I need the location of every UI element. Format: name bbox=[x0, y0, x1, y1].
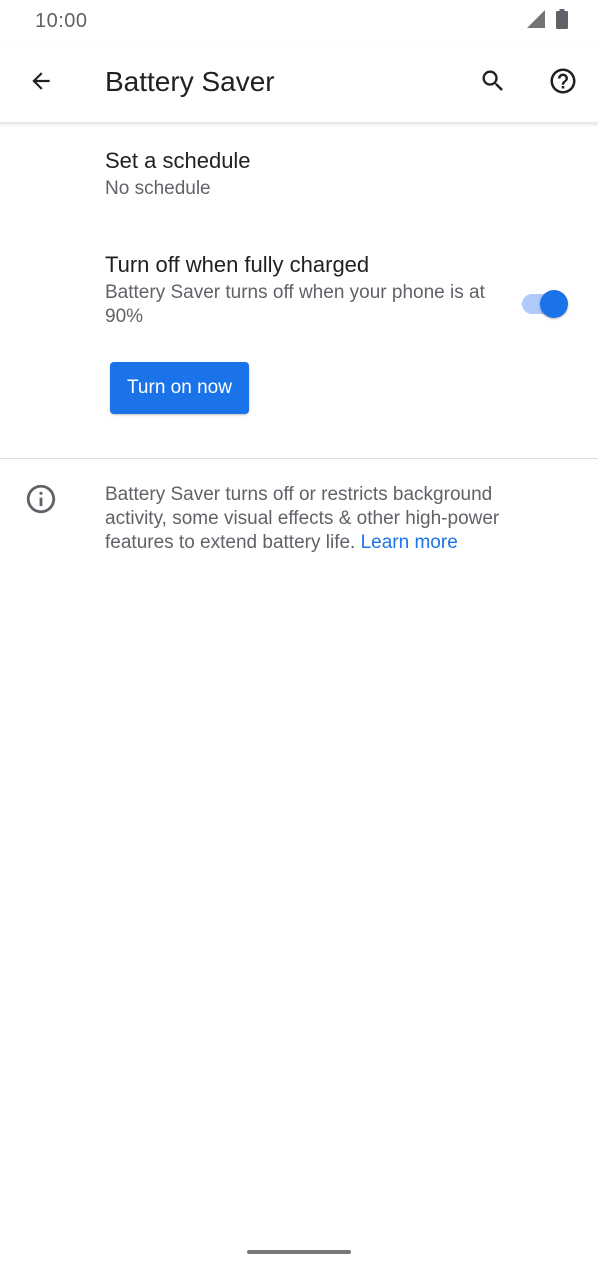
turn-off-when-charged-item[interactable]: Turn off when fully charged Battery Save… bbox=[0, 227, 598, 351]
app-bar: Battery Saver bbox=[0, 44, 598, 123]
info-icon bbox=[24, 482, 58, 516]
turn-off-when-charged-switch[interactable] bbox=[520, 289, 570, 319]
turn-off-when-charged-title: Turn off when fully charged bbox=[105, 252, 370, 277]
turn-off-when-charged-summary: Battery Saver turns off when your phone … bbox=[105, 282, 485, 327]
help-icon bbox=[548, 66, 578, 101]
status-icons bbox=[526, 8, 568, 34]
back-arrow-icon bbox=[28, 68, 54, 99]
status-time: 10:00 bbox=[35, 10, 88, 32]
battery-icon bbox=[556, 8, 568, 34]
back-button[interactable] bbox=[22, 64, 60, 102]
switch-thumb bbox=[540, 290, 568, 318]
status-bar: 10:00 bbox=[0, 0, 598, 44]
set-schedule-item[interactable]: Set a schedule No schedule bbox=[0, 123, 598, 227]
navigation-handle[interactable] bbox=[247, 1250, 351, 1254]
learn-more-link[interactable]: Learn more bbox=[361, 532, 458, 553]
search-icon bbox=[479, 67, 507, 100]
divider bbox=[0, 458, 598, 459]
signal-icon bbox=[526, 9, 546, 34]
page-title: Battery Saver bbox=[105, 66, 275, 97]
turn-on-now-button[interactable]: Turn on now bbox=[110, 362, 249, 414]
search-button[interactable] bbox=[474, 64, 512, 102]
set-schedule-summary: No schedule bbox=[105, 178, 211, 199]
set-schedule-title: Set a schedule bbox=[105, 148, 251, 173]
footer-text: Battery Saver turns off or restricts bac… bbox=[105, 483, 555, 555]
help-button[interactable] bbox=[544, 64, 582, 102]
